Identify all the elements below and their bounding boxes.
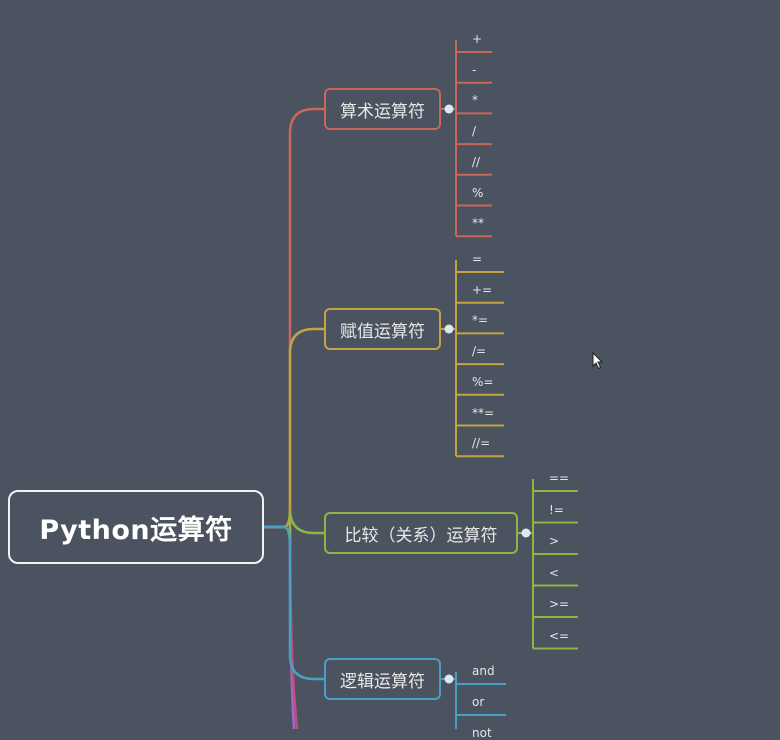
leaf-comparison-4[interactable]: >=: [549, 597, 569, 611]
leaf-arithmetic-6[interactable]: **: [472, 216, 484, 230]
connector-arithmetic: [262, 107, 326, 529]
branch-comparison-label: 比较（关系）运算符: [344, 525, 498, 546]
leaf-comparison-5[interactable]: <=: [549, 629, 569, 643]
leaf-assignment-3[interactable]: /=: [472, 344, 486, 358]
branch-logical-label: 逻辑运算符: [340, 671, 425, 692]
branch-logical[interactable]: 逻辑运算符: [324, 658, 441, 700]
leaf-assignment-1[interactable]: +=: [472, 283, 492, 297]
leaf-arithmetic-5[interactable]: %: [472, 186, 483, 200]
branch-arithmetic-label: 算术运算符: [340, 101, 425, 122]
leaf-assignment-2[interactable]: *=: [472, 313, 488, 327]
branch-comparison[interactable]: 比较（关系）运算符: [324, 512, 518, 554]
leaf-comparison-2[interactable]: >: [549, 534, 559, 548]
leaf-assignment-0[interactable]: =: [472, 252, 482, 266]
leaf-arithmetic-2[interactable]: *: [472, 93, 478, 107]
leaf-assignment-4[interactable]: %=: [472, 375, 493, 389]
arrow-cursor-icon: [592, 352, 604, 370]
leaf-assignment-6[interactable]: //=: [472, 436, 490, 450]
connector-logical: [262, 525, 326, 681]
leaf-comparison-1[interactable]: !=: [549, 503, 564, 517]
leaf-logical-2[interactable]: not: [472, 726, 492, 740]
leaf-assignment-5[interactable]: **=: [472, 406, 494, 420]
leaf-arithmetic-0[interactable]: +: [472, 32, 482, 46]
collapse-dot[interactable]: [521, 528, 531, 538]
leaf-arithmetic-3[interactable]: /: [472, 124, 476, 138]
branch-assignment[interactable]: 赋值运算符: [324, 308, 441, 350]
branch-arithmetic[interactable]: 算术运算符: [324, 88, 441, 130]
connector-assignment: [262, 327, 326, 529]
root-node[interactable]: Python运算符: [8, 490, 264, 564]
leaf-arithmetic-1[interactable]: -: [472, 63, 476, 77]
leaf-arithmetic-4[interactable]: //: [472, 155, 480, 169]
collapse-dot[interactable]: [444, 324, 454, 334]
collapse-dot[interactable]: [444, 674, 454, 684]
collapse-dot[interactable]: [444, 104, 454, 114]
root-label: Python运算符: [39, 514, 233, 546]
leaf-logical-0[interactable]: and: [472, 664, 495, 678]
leaf-comparison-0[interactable]: ==: [549, 471, 569, 485]
branch-assignment-label: 赋值运算符: [340, 321, 425, 342]
leaf-logical-1[interactable]: or: [472, 695, 484, 709]
leaf-comparison-3[interactable]: <: [549, 566, 559, 580]
